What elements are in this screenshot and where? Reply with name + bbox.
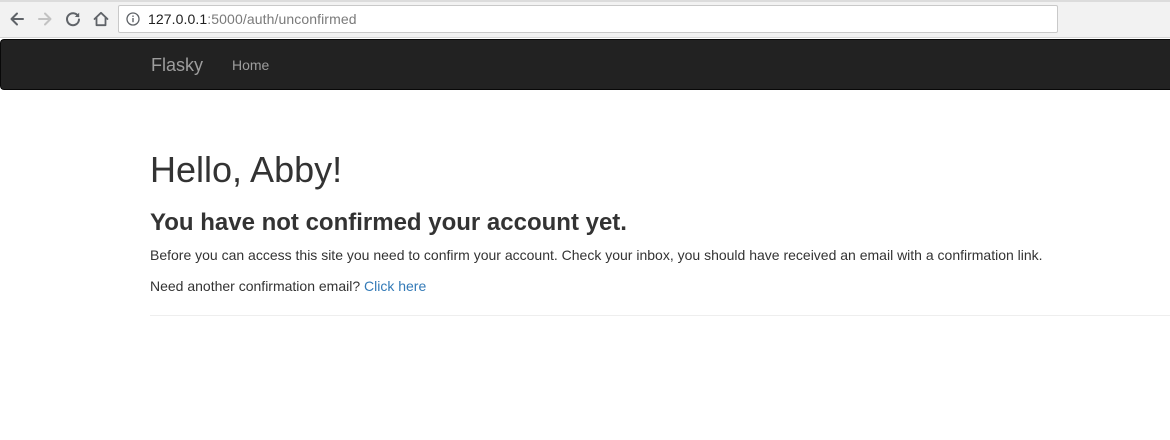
page-header: Hello, Abby! You have not confirmed your…	[150, 140, 1170, 316]
back-button[interactable]	[6, 8, 28, 30]
resend-confirmation: Need another confirmation email? Click h…	[150, 278, 426, 295]
navbar: Flasky Home	[0, 39, 1170, 90]
nav-link-home[interactable]: Home	[232, 57, 269, 74]
confirmation-instructions: Before you can access this site you need…	[150, 247, 1043, 263]
home-icon	[93, 11, 109, 27]
greeting-heading: Hello, Abby!	[150, 149, 343, 190]
browser-toolbar: 127.0.0.1:5000/auth/unconfirmed	[0, 0, 1170, 38]
address-bar[interactable]: 127.0.0.1:5000/auth/unconfirmed	[118, 5, 1058, 33]
navbar-brand[interactable]: Flasky	[151, 55, 203, 75]
resend-prompt: Need another confirmation email?	[150, 278, 361, 294]
reload-button[interactable]	[62, 8, 84, 30]
arrow-right-icon	[38, 12, 52, 26]
reload-icon	[66, 12, 80, 27]
resend-confirmation-link[interactable]: Click here	[364, 278, 426, 294]
url-text[interactable]: 127.0.0.1:5000/auth/unconfirmed	[148, 11, 357, 28]
info-icon[interactable]	[126, 12, 140, 26]
forward-button[interactable]	[34, 8, 56, 30]
url-host: 127.0.0.1	[148, 11, 208, 27]
url-path: :5000/auth/unconfirmed	[207, 11, 357, 27]
home-button[interactable]	[90, 8, 112, 30]
arrow-left-icon	[10, 12, 24, 26]
tab-strip	[0, 0, 1170, 2]
unconfirmed-heading: You have not confirmed your account yet.	[150, 209, 627, 236]
